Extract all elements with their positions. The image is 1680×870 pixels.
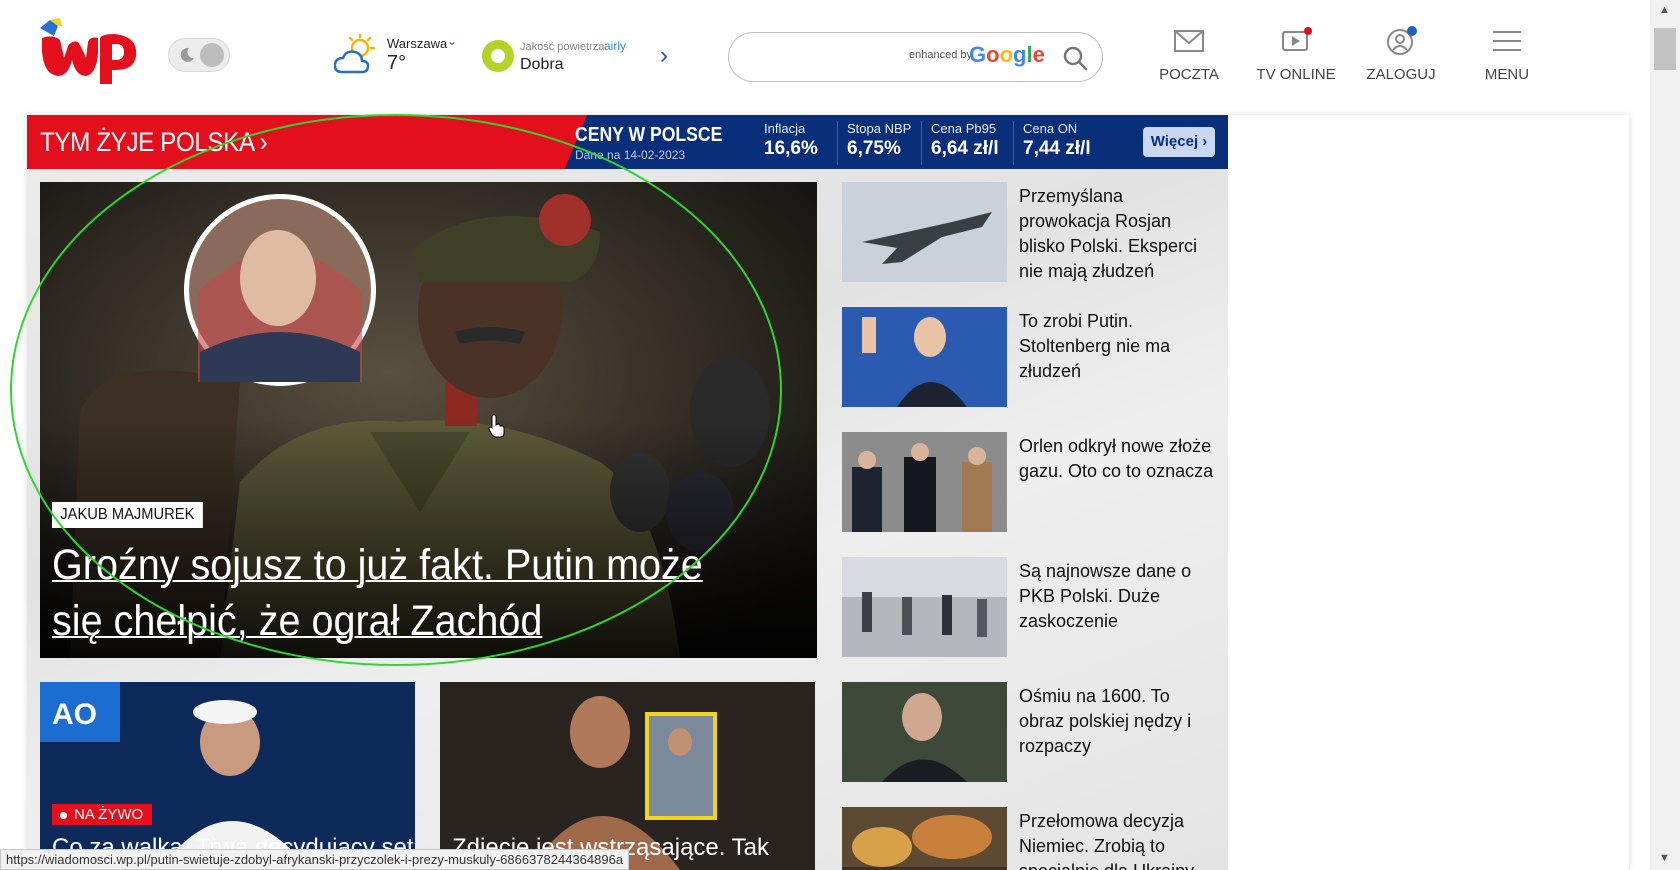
article-thumbnail[interactable]: [842, 307, 1007, 407]
search-box[interactable]: enhanced by Google: [728, 32, 1103, 82]
page-content: TYM ŻYJE POLSKA › CENY W POLSCE Dane na …: [27, 115, 1629, 870]
article-thumbnail[interactable]: [842, 432, 1007, 532]
user-icon: [1387, 26, 1417, 55]
airly-logo: airly: [604, 39, 627, 53]
article-thumbnail[interactable]: [842, 182, 1007, 282]
sun-cloud-icon: [334, 34, 376, 74]
weather-temperature: 7°: [387, 52, 407, 74]
nav-tv-online[interactable]: TV ONLINE: [1241, 26, 1351, 86]
toggle-knob: [200, 43, 224, 67]
google-logo: Google: [969, 42, 1045, 67]
browser-status-url: https://wiadomosci.wp.pl/putin-swietuje-…: [0, 849, 630, 870]
list-item[interactable]: To zrobi Putin. Stoltenberg nie ma złudz…: [842, 307, 1222, 407]
side-article-title[interactable]: Przemyślana prowokacja Rosjan blisko Pol…: [1019, 184, 1219, 284]
moon-icon: [180, 47, 194, 62]
article-card[interactable]: Zdjęcie jest wstrząsające. Tak: [440, 682, 815, 870]
side-article-title[interactable]: Są najnowsze dane o PKB Polski. Duże zas…: [1019, 559, 1219, 634]
scroll-down-icon[interactable]: ▼: [1659, 852, 1670, 864]
air-quality-value: Dobra: [520, 56, 564, 73]
list-item[interactable]: Przełomowa decyzja Niemiec. Zrobią to sp…: [842, 807, 1222, 870]
list-item[interactable]: Są najnowsze dane o PKB Polski. Duże zas…: [842, 557, 1222, 657]
article-thumbnail[interactable]: [842, 557, 1007, 657]
article-thumbnail[interactable]: [842, 682, 1007, 782]
air-quality-icon: [482, 40, 514, 72]
stat-label: Inflacja: [764, 121, 806, 136]
more-prices-button[interactable]: Więcej ›: [1143, 127, 1215, 157]
stat-value: 6,75%: [847, 138, 901, 159]
hero-headline[interactable]: Groźny sojusz to już fakt. Putin może si…: [52, 537, 724, 649]
stat-label: Cena Pb95: [931, 121, 997, 136]
nav-menu[interactable]: MENU: [1452, 26, 1562, 86]
banner-slogan[interactable]: TYM ŻYJE POLSKA ›: [40, 127, 268, 158]
side-article-title[interactable]: Przełomowa decyzja Niemiec. Zrobią to sp…: [1019, 809, 1219, 870]
air-quality-widget[interactable]: Jakość powietrza: airly Dobra ›: [482, 34, 682, 78]
hero-article[interactable]: JAKUB MAJMUREK Groźny sojusz to już fakt…: [40, 182, 817, 658]
enhanced-by-label: enhanced by: [909, 49, 972, 61]
stat-value: 7,44 zł/l: [1023, 138, 1091, 159]
search-input[interactable]: [745, 45, 925, 69]
nav-zaloguj[interactable]: ZALOGUJ: [1346, 26, 1456, 86]
site-header: Warszawa ⌄ 7° Jakość powietrza: airly Do…: [0, 0, 1650, 110]
nav-tv-online-label: TV ONLINE: [1256, 66, 1336, 83]
prices-date: Dane na 14-02-2023: [575, 148, 686, 162]
hand-cursor-icon: [488, 414, 505, 438]
scroll-up-icon[interactable]: ▲: [1659, 4, 1670, 16]
side-article-title[interactable]: Ośmiu na 1600. To obraz polskiej nędzy i…: [1019, 684, 1219, 759]
wp-logo[interactable]: [38, 18, 142, 86]
list-item[interactable]: Orlen odkrył nowe złoże gazu. Oto co to …: [842, 432, 1222, 532]
scrollbar-thumb[interactable]: [1654, 28, 1676, 70]
mail-icon: [1174, 30, 1204, 52]
weather-widget[interactable]: Warszawa ⌄ 7°: [334, 32, 484, 78]
nav-zaloguj-label: ZALOGUJ: [1366, 66, 1436, 83]
tv-play-icon: [1282, 27, 1312, 51]
article-thumbnail[interactable]: [842, 807, 1007, 870]
stat-value: 6,64 zł/l: [931, 138, 999, 159]
main-column: TYM ŻYJE POLSKA › CENY W POLSCE Dane na …: [27, 115, 1228, 870]
weather-city[interactable]: Warszawa: [387, 36, 447, 51]
stat-on-price: Cena ON 7,44 zł/l: [1013, 121, 1091, 165]
chevron-right-icon[interactable]: ›: [660, 42, 668, 70]
live-badge: NA ŻYWO: [52, 804, 153, 825]
side-article-title[interactable]: To zrobi Putin. Stoltenberg nie ma złudz…: [1019, 309, 1219, 384]
stat-label: Stopa NBP: [847, 121, 912, 136]
svg-text:AO: AO: [52, 698, 97, 731]
stat-pb95-price: Cena Pb95 6,64 zł/l: [921, 121, 999, 165]
list-item[interactable]: Przemyślana prowokacja Rosjan blisko Pol…: [842, 182, 1222, 282]
article-author[interactable]: JAKUB MAJMUREK: [52, 502, 203, 528]
page-scrollbar[interactable]: ▲ ▼: [1650, 0, 1680, 870]
nav-poczta[interactable]: POCZTA: [1134, 26, 1244, 86]
article-card[interactable]: AO NA ŻYWO Co za walka. Trwa decydujący …: [40, 682, 415, 870]
hamburger-icon: [1493, 31, 1521, 51]
prices-title: CENY W POLSCE: [575, 124, 723, 146]
stat-inflation: Inflacja 16,6%: [755, 121, 818, 165]
stat-label: Cena ON: [1023, 121, 1078, 136]
nav-poczta-label: POCZTA: [1159, 66, 1219, 83]
side-article-title[interactable]: Orlen odkrył nowe złoże gazu. Oto co to …: [1019, 434, 1219, 484]
theme-toggle[interactable]: [168, 38, 230, 72]
list-item[interactable]: Ośmiu na 1600. To obraz polskiej nędzy i…: [842, 682, 1222, 782]
prices-banner[interactable]: TYM ŻYJE POLSKA › CENY W POLSCE Dane na …: [27, 115, 1228, 169]
nav-menu-label: MENU: [1484, 66, 1530, 83]
search-icon[interactable]: [1062, 45, 1088, 71]
chevron-down-icon[interactable]: ⌄: [447, 34, 457, 48]
air-quality-label: Jakość powietrza:: [520, 41, 608, 53]
stat-value: 16,6%: [764, 138, 818, 159]
stat-nbp-rate: Stopa NBP 6,75%: [837, 121, 911, 165]
